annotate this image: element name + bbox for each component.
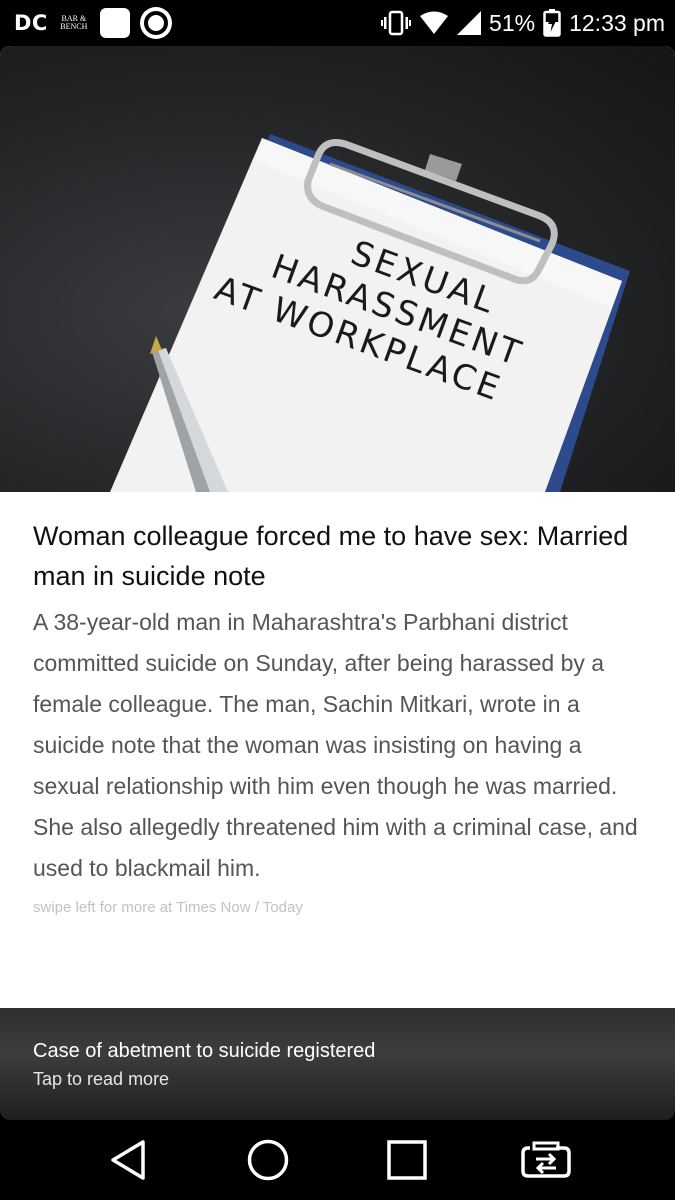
wifi-icon xyxy=(419,11,449,35)
read-more-teaser[interactable]: Case of abetment to suicide registered T… xyxy=(0,1008,675,1120)
screen-switch-icon[interactable] xyxy=(511,1125,581,1195)
article-body: A 38-year-old man in Maharashtra's Parbh… xyxy=(33,609,638,881)
teaser-title[interactable]: Case of abetment to suicide registered xyxy=(33,1038,642,1064)
battery-charging-icon xyxy=(543,9,561,37)
status-bar: DC BAR & BENCH 51% 12:33 pm xyxy=(0,0,675,46)
article-image: SEXUAL HARASSMENT AT WORKPLACE xyxy=(0,46,675,492)
record-icon xyxy=(139,7,172,39)
teaser-subtitle[interactable]: Tap to read more xyxy=(33,1064,642,1094)
article-headline[interactable]: Woman colleague forced me to have sex: M… xyxy=(33,516,642,596)
app-square-icon xyxy=(99,8,130,38)
navigation-bar xyxy=(0,1120,675,1200)
home-icon[interactable] xyxy=(233,1125,303,1195)
vibrate-icon xyxy=(381,10,412,36)
recents-icon[interactable] xyxy=(372,1125,442,1195)
bar-bench-logo: BAR & BENCH xyxy=(60,14,88,31)
news-card[interactable]: SEXUAL HARASSMENT AT WORKPLACE Woman col… xyxy=(0,46,675,1008)
signal-icon xyxy=(457,11,482,35)
clock: 12:33 pm xyxy=(569,9,665,36)
article-source[interactable]: swipe left for more at Times Now / Today xyxy=(33,899,642,916)
dc-logo: DC xyxy=(14,11,48,35)
battery-text: 51% xyxy=(489,9,536,36)
back-icon[interactable] xyxy=(94,1125,164,1195)
